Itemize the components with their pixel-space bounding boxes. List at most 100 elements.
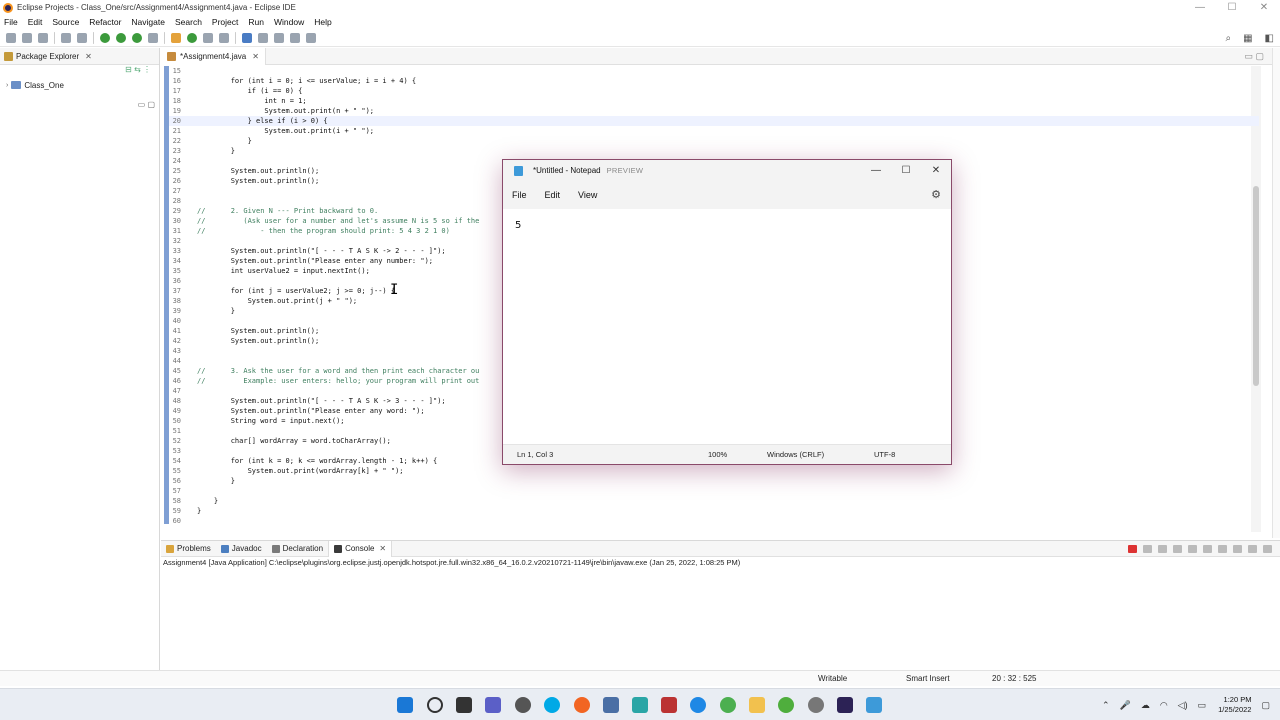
package-explorer-tab[interactable]: Package Explorer ✕ bbox=[0, 48, 159, 65]
skip-breakpoints-icon[interactable] bbox=[77, 33, 87, 43]
menu-help[interactable]: Help bbox=[314, 17, 331, 27]
microphone-icon[interactable]: 🎤 bbox=[1120, 700, 1131, 711]
display-console-icon[interactable] bbox=[1233, 545, 1242, 553]
notification-icon[interactable]: ▢ bbox=[1261, 700, 1270, 711]
windows-start-icon[interactable] bbox=[397, 697, 413, 713]
annotation-prev-icon[interactable] bbox=[274, 33, 284, 43]
menu-source[interactable]: Source bbox=[52, 17, 79, 27]
code-line[interactable]: 18 int n = 1; bbox=[169, 96, 1259, 106]
open-console-icon[interactable] bbox=[1248, 545, 1257, 553]
new-java-package-icon[interactable] bbox=[171, 33, 181, 43]
clear-console-icon[interactable] bbox=[1173, 545, 1182, 553]
external-tools-icon[interactable] bbox=[148, 33, 158, 43]
notepad-titlebar[interactable]: *Untitled - Notepad PREVIEW — ☐ ✕ bbox=[503, 160, 951, 181]
gear-icon[interactable]: ⚙ bbox=[931, 188, 941, 201]
overview-ruler[interactable] bbox=[1272, 48, 1280, 538]
java-perspective-icon[interactable]: ◧ bbox=[1265, 33, 1274, 44]
code-line[interactable]: 57 bbox=[169, 486, 1259, 496]
notepad-menu-edit[interactable]: Edit bbox=[545, 190, 561, 200]
perspective-icon[interactable]: ▦ bbox=[1243, 33, 1252, 44]
edge-icon[interactable] bbox=[690, 697, 706, 713]
remove-launch-icon[interactable] bbox=[1143, 545, 1152, 553]
app-red-icon[interactable] bbox=[661, 697, 677, 713]
chrome-icon[interactable] bbox=[720, 697, 736, 713]
mark-occurrences-icon[interactable] bbox=[242, 33, 252, 43]
volume-icon[interactable]: ◁) bbox=[1178, 700, 1188, 711]
pin-console-icon[interactable] bbox=[1218, 545, 1227, 553]
annotation-next-icon[interactable] bbox=[258, 33, 268, 43]
settings-icon[interactable] bbox=[808, 697, 824, 713]
code-line[interactable]: 55 System.out.print(wordArray[k] + " "); bbox=[169, 466, 1259, 476]
view-minimize-icon[interactable] bbox=[1263, 545, 1272, 553]
code-line[interactable]: 16 for (int i = 0; i <= userValue; i = i… bbox=[169, 76, 1259, 86]
code-line[interactable]: 23 } bbox=[169, 146, 1259, 156]
code-line[interactable]: 59} bbox=[169, 506, 1259, 516]
menu-project[interactable]: Project bbox=[212, 17, 238, 27]
search-icon[interactable] bbox=[427, 697, 443, 713]
app-green-icon[interactable] bbox=[778, 697, 794, 713]
word-wrap-icon[interactable] bbox=[1203, 545, 1212, 553]
terminal-icon[interactable] bbox=[61, 33, 71, 43]
forward-icon[interactable] bbox=[306, 33, 316, 43]
editor-minimize-maximize[interactable]: ▭ ▢ bbox=[1244, 51, 1264, 62]
notepad-minimize-button[interactable]: — bbox=[861, 160, 891, 181]
chevron-up-icon[interactable]: ⌃ bbox=[1102, 700, 1110, 711]
github-icon[interactable] bbox=[515, 697, 531, 713]
new-java-class-icon[interactable] bbox=[187, 33, 197, 43]
new-icon[interactable] bbox=[6, 33, 16, 43]
minimize-button[interactable]: — bbox=[1184, 0, 1216, 15]
menu-run[interactable]: Run bbox=[248, 17, 264, 27]
scroll-lock-icon[interactable] bbox=[1188, 545, 1197, 553]
wifi-icon[interactable]: ◠ bbox=[1160, 700, 1168, 711]
code-line[interactable]: 20 } else if (i > 0) { bbox=[169, 116, 1259, 126]
menu-file[interactable]: File bbox=[4, 17, 18, 27]
close-icon[interactable]: ✕ bbox=[252, 52, 259, 61]
save-icon[interactable] bbox=[22, 33, 32, 43]
view-minimize-maximize[interactable]: ▭ ▢ bbox=[138, 100, 155, 109]
close-icon[interactable]: ✕ bbox=[379, 544, 386, 553]
code-line[interactable]: 58 } bbox=[169, 496, 1259, 506]
code-line[interactable]: 15 bbox=[169, 66, 1259, 76]
eclipse-taskbar-icon[interactable] bbox=[837, 697, 853, 713]
menu-navigate[interactable]: Navigate bbox=[131, 17, 165, 27]
notepad-maximize-button[interactable]: ☐ bbox=[891, 160, 921, 181]
coverage-icon[interactable] bbox=[132, 33, 142, 43]
notepad-menu-file[interactable]: File bbox=[512, 190, 527, 200]
project-tree-item[interactable]: › Class_One bbox=[0, 79, 159, 91]
file-explorer-icon[interactable] bbox=[749, 697, 765, 713]
code-line[interactable]: 17 if (i == 0) { bbox=[169, 86, 1259, 96]
save-all-icon[interactable] bbox=[38, 33, 48, 43]
search-toolbar-icon[interactable] bbox=[219, 33, 229, 43]
cloud-icon[interactable]: ☁ bbox=[1141, 700, 1150, 711]
chat-icon[interactable] bbox=[485, 697, 501, 713]
maximize-button[interactable]: ☐ bbox=[1216, 0, 1248, 15]
battery-icon[interactable]: ▭ bbox=[1198, 700, 1207, 711]
menu-refactor[interactable]: Refactor bbox=[89, 17, 121, 27]
code-line[interactable]: 56 } bbox=[169, 476, 1259, 486]
menu-edit[interactable]: Edit bbox=[28, 17, 43, 27]
terminate-icon[interactable] bbox=[1128, 545, 1137, 553]
taskbar-clock[interactable]: 1:20 PM 1/25/2022 bbox=[1218, 695, 1251, 715]
link-editor-icon[interactable]: ⇆ bbox=[134, 65, 141, 74]
code-line[interactable]: 19 System.out.print(n + " "); bbox=[169, 106, 1259, 116]
code-line[interactable]: 21 System.out.print(i + " "); bbox=[169, 126, 1259, 136]
code-line[interactable]: 22 } bbox=[169, 136, 1259, 146]
chevron-right-icon[interactable]: › bbox=[6, 82, 8, 89]
tab-javadoc[interactable]: Javadoc bbox=[216, 541, 267, 557]
tab-console[interactable]: Console ✕ bbox=[328, 540, 393, 557]
run-icon[interactable] bbox=[116, 33, 126, 43]
collapse-all-icon[interactable]: ⊟ bbox=[125, 65, 132, 74]
notepad-menu-view[interactable]: View bbox=[578, 190, 597, 200]
app-orange-icon[interactable] bbox=[574, 697, 590, 713]
back-icon[interactable] bbox=[290, 33, 300, 43]
notepad-close-button[interactable]: ✕ bbox=[921, 160, 951, 181]
close-button[interactable]: ✕ bbox=[1248, 0, 1280, 15]
search-icon[interactable]: ⌕ bbox=[1225, 33, 1231, 44]
tab-declaration[interactable]: Declaration bbox=[267, 541, 328, 557]
task-view-icon[interactable] bbox=[456, 697, 472, 713]
menu-window[interactable]: Window bbox=[274, 17, 304, 27]
remove-all-icon[interactable] bbox=[1158, 545, 1167, 553]
notepad-text-area[interactable]: 5 bbox=[515, 220, 521, 231]
tab-problems[interactable]: Problems bbox=[161, 541, 216, 557]
editor-tab-assignment4[interactable]: *Assignment4.java ✕ bbox=[161, 47, 266, 65]
